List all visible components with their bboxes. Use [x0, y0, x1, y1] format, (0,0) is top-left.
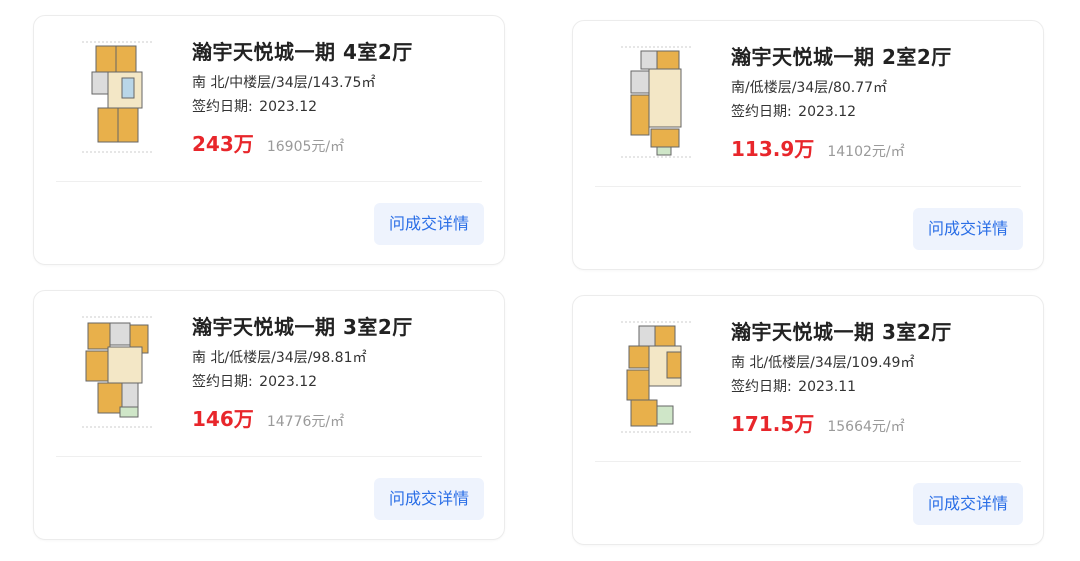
- unit-price: 14776元/㎡: [266, 414, 345, 430]
- listing-title[interactable]: 瀚宇天悦城一期 2室2厅: [731, 41, 952, 70]
- sign-date-value: 2023.12: [798, 104, 857, 120]
- listing-info: 南 北/中楼层/34层/143.75㎡: [192, 75, 376, 91]
- total-price: 146万: [192, 407, 254, 431]
- ask-deal-details-button[interactable]: 问成交详情: [913, 208, 1023, 250]
- sign-date-label: 签约日期:: [192, 374, 253, 390]
- unit-price: 14102元/㎡: [827, 144, 905, 160]
- sign-date-label: 签约日期:: [192, 99, 253, 115]
- total-price: 243万: [192, 132, 254, 156]
- divider: [595, 186, 1021, 187]
- sign-date-label: 签约日期:: [731, 104, 792, 120]
- ask-deal-details-button[interactable]: 问成交详情: [374, 203, 484, 245]
- listing-title[interactable]: 瀚宇天悦城一期 3室2厅: [731, 316, 952, 345]
- floorplan-thumbnail[interactable]: [617, 43, 697, 161]
- listing-card[interactable]: 瀚宇天悦城一期 2室2厅 南/低楼层/34层/80.77㎡ 签约日期: 2023…: [572, 20, 1044, 270]
- listing-title[interactable]: 瀚宇天悦城一期 4室2厅: [192, 36, 413, 65]
- price-row: 146万 14776元/㎡: [192, 403, 344, 432]
- sign-date: 签约日期: 2023.12: [731, 101, 856, 121]
- price-row: 113.9万 14102元/㎡: [731, 133, 905, 162]
- price-row: 171.5万 15664元/㎡: [731, 408, 905, 437]
- floorplan-icon: [619, 45, 695, 159]
- divider: [595, 461, 1021, 462]
- sign-date-label: 签约日期:: [731, 379, 792, 395]
- listing-info: 南/低楼层/34层/80.77㎡: [731, 80, 888, 96]
- listing-card[interactable]: 瀚宇天悦城一期 4室2厅 南 北/中楼层/34层/143.75㎡ 签约日期: 2…: [33, 15, 505, 265]
- listing-info: 南 北/低楼层/34层/109.49㎡: [731, 355, 915, 371]
- ask-deal-details-button[interactable]: 问成交详情: [374, 478, 484, 520]
- divider: [56, 456, 482, 457]
- sign-date: 签约日期: 2023.12: [192, 96, 317, 116]
- floorplan-thumbnail[interactable]: [78, 38, 158, 156]
- floorplan-icon: [619, 320, 695, 434]
- unit-price: 16905元/㎡: [266, 139, 345, 155]
- sign-date: 签约日期: 2023.11: [731, 376, 856, 396]
- listing-card[interactable]: 瀚宇天悦城一期 3室2厅 南 北/低楼层/34层/109.49㎡ 签约日期: 2…: [572, 295, 1044, 545]
- divider: [56, 181, 482, 182]
- sign-date-value: 2023.12: [259, 99, 318, 115]
- total-price: 171.5万: [731, 412, 815, 436]
- floorplan-thumbnail[interactable]: [78, 313, 158, 431]
- price-row: 243万 16905元/㎡: [192, 128, 344, 157]
- floorplan-icon: [80, 315, 156, 429]
- unit-price: 15664元/㎡: [827, 419, 905, 435]
- sign-date-value: 2023.12: [259, 374, 318, 390]
- sign-date: 签约日期: 2023.12: [192, 371, 317, 391]
- listing-info: 南 北/低楼层/34层/98.81㎡: [192, 350, 367, 366]
- ask-deal-details-button[interactable]: 问成交详情: [913, 483, 1023, 525]
- sign-date-value: 2023.11: [798, 379, 857, 395]
- floorplan-icon: [80, 40, 156, 154]
- floorplan-thumbnail[interactable]: [617, 318, 697, 436]
- listing-card[interactable]: 瀚宇天悦城一期 3室2厅 南 北/低楼层/34层/98.81㎡ 签约日期: 20…: [33, 290, 505, 540]
- total-price: 113.9万: [731, 137, 815, 161]
- listing-title[interactable]: 瀚宇天悦城一期 3室2厅: [192, 311, 413, 340]
